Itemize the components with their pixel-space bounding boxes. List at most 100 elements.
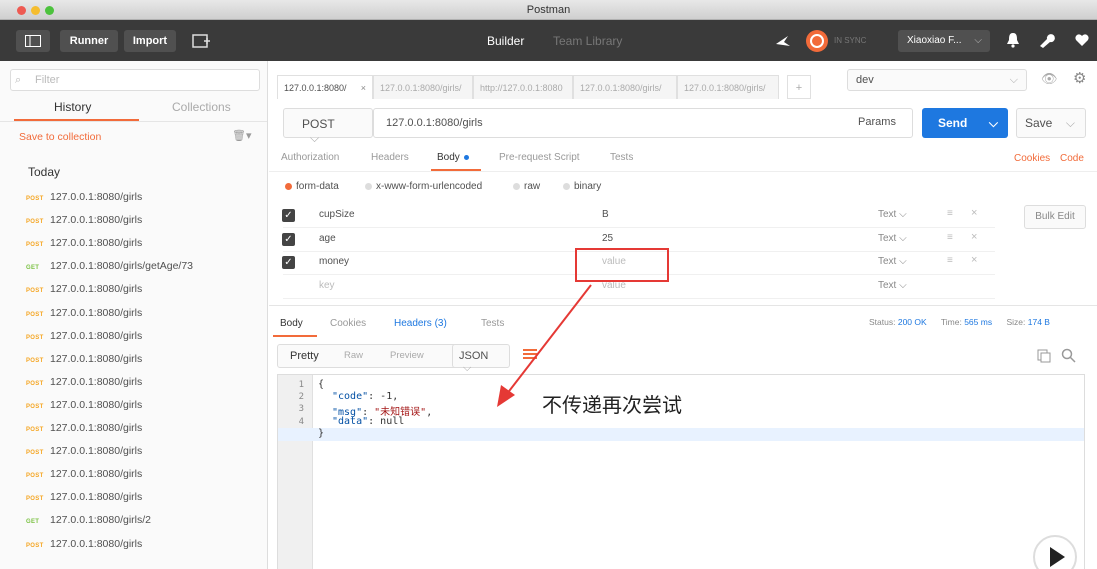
- history-item[interactable]: POST 127.0.0.1:8080/girls: [26, 209, 142, 232]
- pretty-button[interactable]: Pretty: [290, 350, 319, 362]
- tab-pre-request-script[interactable]: Pre-request Script: [499, 152, 580, 163]
- body-type-radio[interactable]: binary: [563, 181, 601, 192]
- param-key[interactable]: money: [319, 256, 349, 267]
- url-input[interactable]: 127.0.0.1:8080/girls: [373, 108, 913, 138]
- history-item[interactable]: POST 127.0.0.1:8080/girls: [26, 325, 142, 348]
- tabs-divider: [0, 121, 267, 122]
- line-number: 3: [298, 404, 304, 415]
- history-item[interactable]: GET 127.0.0.1:8080/girls/getAge/73: [26, 255, 193, 278]
- tab-tests[interactable]: Tests: [610, 152, 633, 163]
- code-line: "data": null: [332, 415, 405, 427]
- body-type-radio[interactable]: raw: [513, 181, 540, 192]
- sidebar-toggle-button[interactable]: [16, 30, 50, 52]
- history-item[interactable]: POST 127.0.0.1:8080/girls: [26, 348, 142, 371]
- close-tab-icon[interactable]: ×: [361, 76, 366, 99]
- new-key-input[interactable]: key: [319, 280, 335, 291]
- reorder-icon[interactable]: ≡: [947, 208, 953, 219]
- new-window-button[interactable]: [184, 30, 218, 52]
- delete-row-icon[interactable]: ×: [971, 207, 977, 219]
- code-link[interactable]: Code: [1060, 153, 1084, 164]
- param-key[interactable]: age: [319, 233, 336, 244]
- history-item[interactable]: POST 127.0.0.1:8080/girls: [26, 371, 142, 394]
- reorder-icon[interactable]: ≡: [947, 255, 953, 266]
- filter-placeholder: Filter: [35, 74, 60, 86]
- play-button[interactable]: [1033, 535, 1077, 569]
- history-item[interactable]: POST 127.0.0.1:8080/girls: [26, 278, 142, 301]
- response-tab-cookies[interactable]: Cookies: [330, 318, 366, 329]
- method-badge: POST: [26, 288, 44, 295]
- method-select[interactable]: POST ⌵: [283, 108, 373, 145]
- tab-headers[interactable]: Headers: [371, 152, 409, 163]
- user-menu[interactable]: Xiaoxiao F... ⌵: [898, 30, 990, 52]
- param-key[interactable]: cupSize: [319, 209, 355, 220]
- body-type-radio[interactable]: x-www-form-urlencoded: [365, 181, 482, 192]
- raw-button[interactable]: Raw: [344, 350, 363, 361]
- history-item[interactable]: POST 127.0.0.1:8080/girls: [26, 533, 142, 556]
- radio-dot: [285, 182, 292, 190]
- delete-row-icon[interactable]: ×: [971, 231, 977, 243]
- param-value[interactable]: 25: [602, 233, 613, 244]
- manage-environments-gear-icon[interactable]: ⚙: [1073, 69, 1086, 87]
- response-divider: [269, 305, 1097, 306]
- tab-body[interactable]: Body: [437, 152, 469, 163]
- type-select[interactable]: Text ⌵: [878, 233, 907, 244]
- copy-icon[interactable]: [1037, 349, 1051, 366]
- params-button[interactable]: Params: [844, 111, 910, 135]
- cookies-link[interactable]: Cookies: [1014, 153, 1050, 164]
- history-item[interactable]: POST 127.0.0.1:8080/girls: [26, 186, 142, 209]
- save-button[interactable]: Save ⌵: [1016, 108, 1086, 138]
- type-select[interactable]: Text ⌵: [878, 209, 907, 220]
- new-window-icon: [192, 34, 210, 48]
- row-checkbox[interactable]: ✓: [282, 232, 295, 246]
- save-to-collection-link[interactable]: Save to collection: [19, 131, 101, 143]
- request-tab[interactable]: 127.0.0.1:8080/girls/: [373, 75, 473, 99]
- request-tab-label: http://127.0.0.1:8080: [480, 83, 563, 93]
- reorder-icon[interactable]: ≡: [947, 232, 953, 243]
- history-item[interactable]: POST 127.0.0.1:8080/girls: [26, 232, 142, 255]
- history-item[interactable]: POST 127.0.0.1:8080/girls: [26, 417, 142, 440]
- delete-row-icon[interactable]: ×: [971, 254, 977, 266]
- runner-button[interactable]: Runner: [60, 30, 118, 52]
- request-tab[interactable]: 127.0.0.1:8080/girls/: [573, 75, 677, 99]
- settings-wrench-icon[interactable]: [1038, 32, 1056, 51]
- bulk-edit-button[interactable]: Bulk Edit: [1024, 205, 1086, 229]
- sync-icon[interactable]: [806, 30, 828, 52]
- history-url: 127.0.0.1:8080/girls: [50, 537, 143, 550]
- interceptor-icon[interactable]: [774, 32, 792, 50]
- tab-authorization[interactable]: Authorization: [281, 152, 339, 163]
- preview-button[interactable]: Preview: [390, 350, 424, 361]
- history-item[interactable]: POST 127.0.0.1:8080/girls: [26, 486, 142, 509]
- history-url: 127.0.0.1:8080/girls: [50, 398, 143, 411]
- response-tab-body[interactable]: Body: [280, 318, 303, 329]
- type-select[interactable]: Text ⌵: [878, 256, 907, 267]
- response-tab-headers[interactable]: Headers (3): [394, 318, 447, 329]
- user-name: Xiaoxiao F...: [907, 35, 962, 46]
- history-item[interactable]: POST 127.0.0.1:8080/girls: [26, 440, 142, 463]
- request-tab[interactable]: 127.0.0.1:8080/ ×: [277, 75, 373, 99]
- heart-icon[interactable]: [1074, 33, 1090, 50]
- history-item[interactable]: POST 127.0.0.1:8080/girls: [26, 394, 142, 417]
- quick-look-eye-icon[interactable]: 👁︎: [1041, 71, 1058, 87]
- builder-tab[interactable]: Builder: [487, 34, 524, 48]
- team-library-tab[interactable]: Team Library: [553, 34, 622, 48]
- type-select[interactable]: Text ⌵: [878, 280, 907, 291]
- history-item[interactable]: GET 127.0.0.1:8080/girls/2: [26, 509, 151, 532]
- row-checkbox[interactable]: ✓: [282, 256, 295, 269]
- tab-collections[interactable]: Collections: [172, 100, 231, 114]
- tab-history[interactable]: History: [54, 100, 91, 114]
- add-tab-button[interactable]: +: [787, 75, 811, 99]
- send-button[interactable]: Send ⌵: [922, 108, 1008, 138]
- trash-icon[interactable]: 🗑︎▾: [232, 129, 252, 142]
- row-checkbox[interactable]: ✓: [282, 209, 295, 222]
- search-response-icon[interactable]: [1061, 348, 1076, 366]
- environment-select[interactable]: dev ⌵: [847, 69, 1027, 91]
- request-tab[interactable]: http://127.0.0.1:8080: [473, 75, 573, 99]
- import-button[interactable]: Import: [124, 30, 176, 52]
- notifications-icon[interactable]: [1006, 32, 1020, 51]
- param-value[interactable]: B: [602, 209, 609, 220]
- history-item[interactable]: POST 127.0.0.1:8080/girls: [26, 302, 142, 325]
- filter-input[interactable]: ⌕ Filter: [10, 69, 260, 91]
- history-item[interactable]: POST 127.0.0.1:8080/girls: [26, 463, 142, 486]
- body-type-radio[interactable]: form-data: [285, 181, 339, 192]
- request-tab[interactable]: 127.0.0.1:8080/girls/: [677, 75, 779, 99]
